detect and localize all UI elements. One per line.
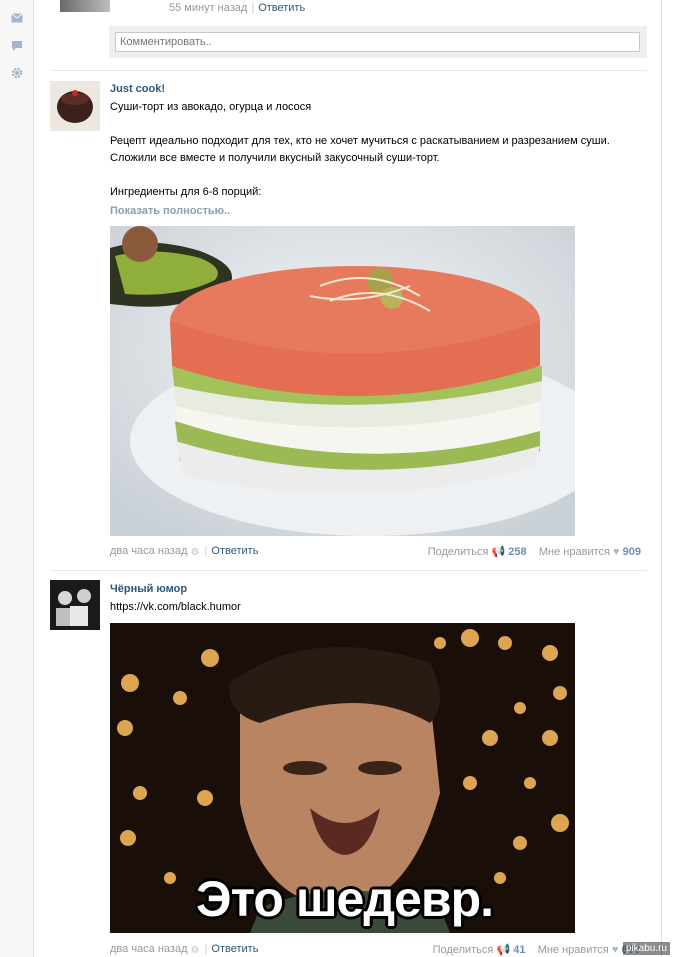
post-text-line: Сложили все вместе и получили вкусный за…	[110, 152, 440, 164]
watermark: pikabu.ru	[622, 942, 670, 955]
avatar[interactable]	[50, 81, 100, 131]
gear-icon[interactable]: ⚙	[191, 945, 201, 956]
post-meta: два часа назад ⚙ | Ответить Поделиться 📢 2…	[110, 545, 641, 558]
post-author[interactable]: Чёрный юмор	[110, 583, 187, 595]
post-time[interactable]: два часа назад	[110, 943, 187, 955]
like-label: Мне нравится	[538, 546, 610, 558]
share-count: 258	[508, 546, 527, 558]
reply-link[interactable]: Ответить	[211, 943, 258, 955]
comment-meta: 55 минут назад | Ответить	[169, 2, 306, 14]
post-divider	[50, 570, 647, 571]
comment-time[interactable]: 55 минут назад	[169, 2, 247, 14]
comment-input[interactable]	[115, 32, 640, 52]
reply-link[interactable]: Ответить	[258, 2, 305, 14]
post-meta: два часа назад ⚙ | Ответить Поделиться 📢 4…	[110, 943, 641, 956]
like-button[interactable]: Мне нравится ♥ 909	[539, 546, 641, 558]
gear-icon[interactable]: ⚙	[191, 547, 201, 558]
comment-avatar[interactable]	[60, 0, 110, 12]
share-button[interactable]: Поделиться 📢 41	[433, 944, 526, 956]
content-border	[661, 0, 662, 957]
avatar[interactable]	[50, 580, 100, 630]
like-count: 909	[622, 546, 641, 558]
share-button[interactable]: Поделиться 📢 258	[428, 546, 527, 558]
post-time[interactable]: два часа назад	[110, 545, 187, 557]
share-label: Поделиться	[427, 546, 489, 558]
megaphone-icon: 📢	[496, 944, 511, 956]
show-more-link[interactable]: Показать полностью..	[110, 205, 230, 217]
post-author[interactable]: Just cook!	[110, 83, 165, 95]
megaphone-icon: 📢	[491, 546, 506, 558]
heart-icon: ♥	[613, 546, 620, 558]
post-link[interactable]: https://vk.com/black.humor	[110, 601, 241, 613]
post-text-line: Суши-торт из авокадо, огурца и лосося	[110, 101, 312, 113]
gear-icon[interactable]	[11, 67, 23, 79]
post-divider	[50, 70, 647, 71]
image-caption: Это шедевр.	[196, 871, 494, 927]
heart-icon: ♥	[611, 944, 619, 956]
share-count: 41	[513, 944, 526, 956]
like-label: Мне нравится	[537, 944, 609, 956]
share-label: Поделиться	[432, 944, 494, 956]
mail-icon[interactable]	[11, 13, 23, 25]
post-image[interactable]	[110, 226, 575, 536]
post-text-line: Ингредиенты для 6-8 порций:	[110, 186, 262, 198]
left-sidebar	[0, 0, 34, 957]
comment-icon[interactable]	[11, 40, 23, 52]
reply-link[interactable]: Ответить	[211, 545, 258, 557]
comment-box	[109, 26, 647, 58]
post-text-line: Рецепт идеально подходит для тех, кто не…	[110, 135, 610, 147]
